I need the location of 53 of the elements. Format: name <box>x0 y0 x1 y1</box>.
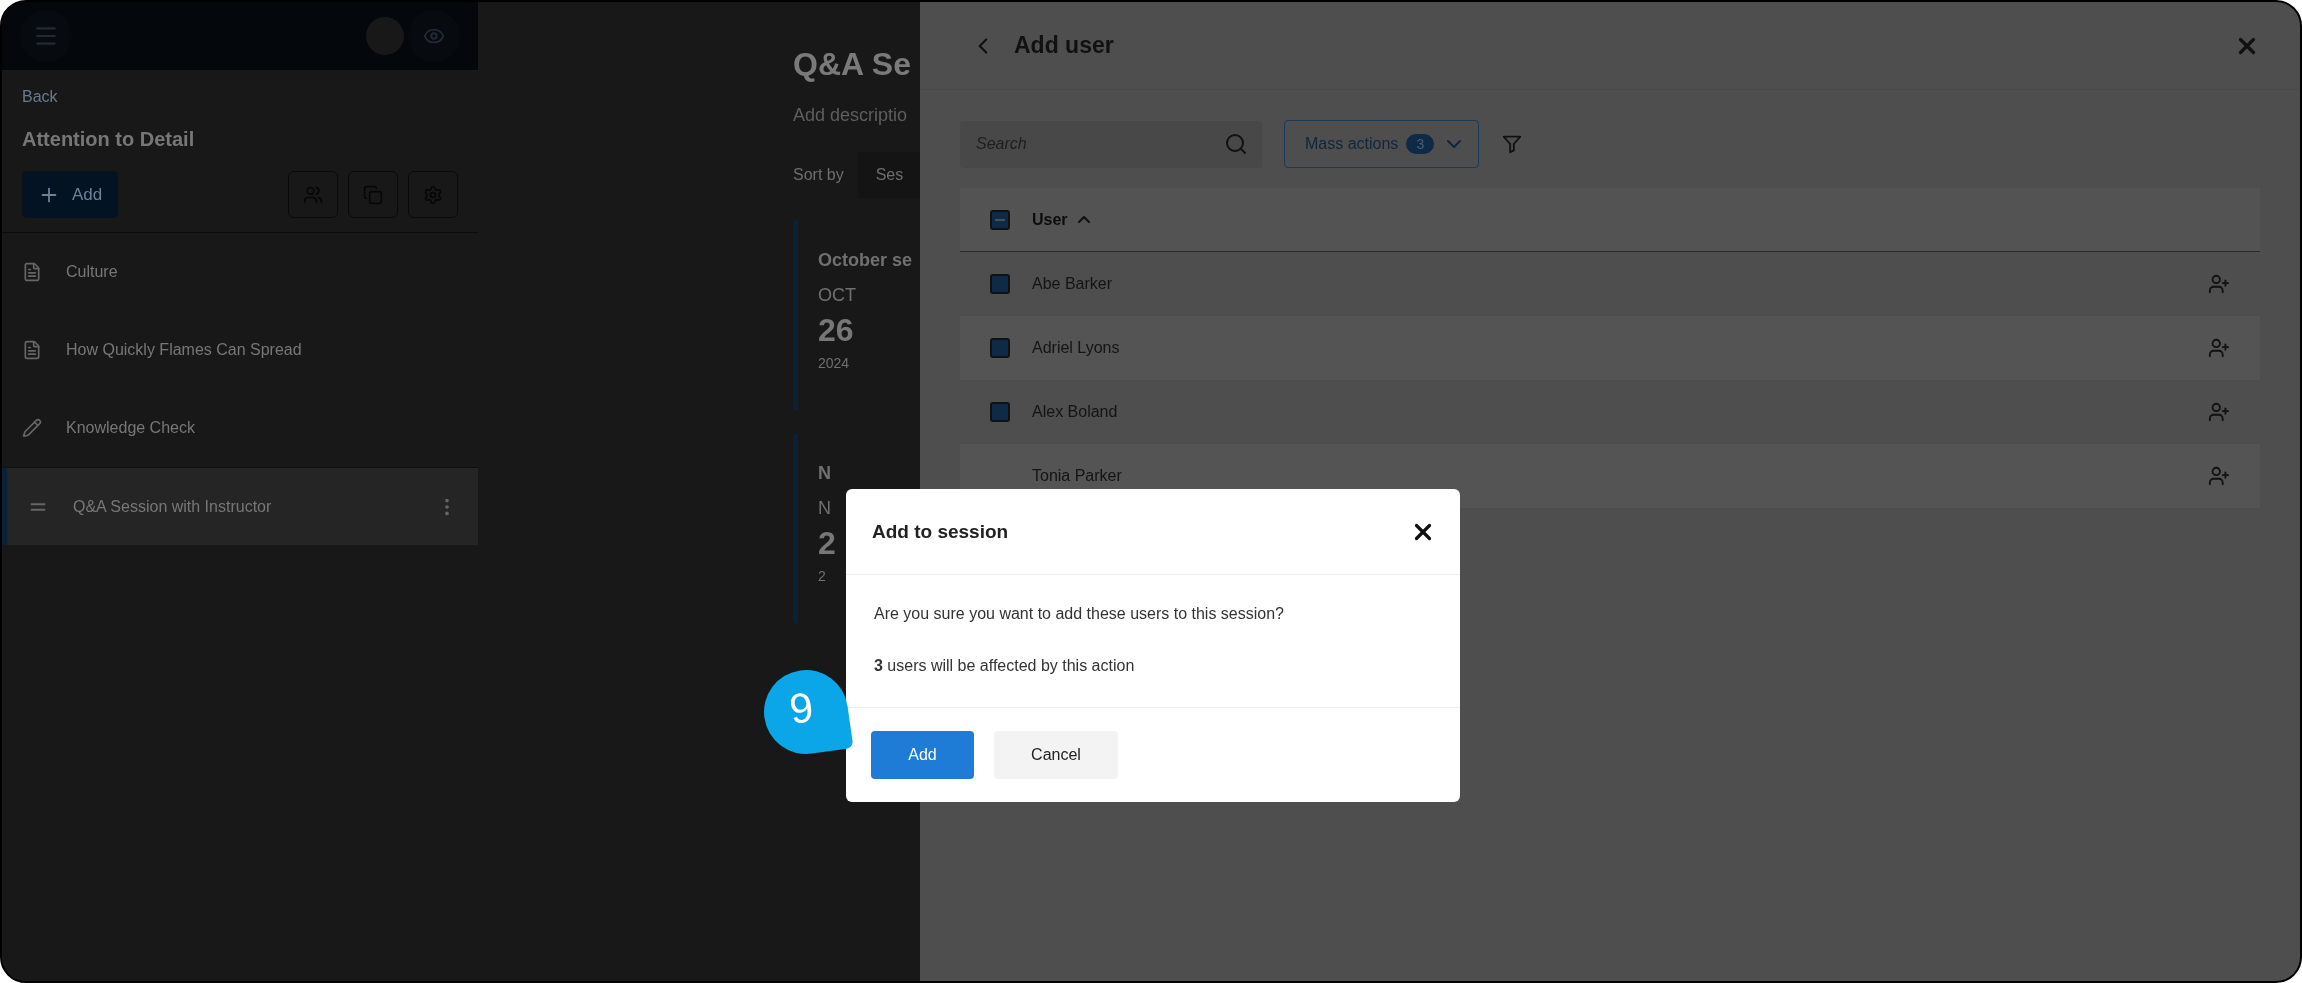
dialog-title: Add to session <box>872 520 1009 543</box>
user-name: Alex Boland <box>1032 403 1119 421</box>
dialog-note: 3 users will be affected by this action <box>874 657 1136 675</box>
sort-select[interactable]: Ses <box>857 152 920 198</box>
user-name: Tonia Parker <box>1032 467 1123 485</box>
add-user-button[interactable] <box>2208 273 2230 295</box>
panel-title: Add user <box>1014 32 1115 59</box>
session-month: N <box>818 498 831 519</box>
lesson-item[interactable]: How Quickly Flames Can Spread <box>2 311 478 389</box>
document-icon <box>22 262 42 282</box>
course-title: Attention to Detail <box>22 128 196 151</box>
user-column-header[interactable]: User <box>1032 210 1090 229</box>
user-plus-icon <box>2208 337 2230 359</box>
lesson-item[interactable]: Culture <box>2 233 478 311</box>
add-user-button[interactable] <box>2208 401 2230 423</box>
add-button[interactable]: Add <box>871 731 974 779</box>
document-icon <box>22 340 42 360</box>
add-user-button[interactable] <box>2208 337 2230 359</box>
session-year: 2024 <box>818 355 850 371</box>
session-day: 2 <box>818 525 836 562</box>
add-button[interactable]: Add <box>22 171 119 218</box>
user-plus-icon <box>2208 465 2230 487</box>
table-row[interactable]: Alex Boland <box>960 380 2260 444</box>
lesson-item[interactable]: Knowledge Check <box>2 389 478 467</box>
user-name: Abe Barker <box>1032 275 1114 293</box>
description-placeholder[interactable]: Add descriptio <box>793 105 920 126</box>
session-title: October se <box>818 250 914 271</box>
user-name: Adriel Lyons <box>1032 339 1121 357</box>
session-month: OCT <box>818 285 856 306</box>
select-all-checkbox[interactable] <box>990 209 1010 230</box>
session-year: 2 <box>818 568 826 584</box>
sort-label: Sort by <box>793 166 844 184</box>
count-badge: 3 <box>1406 134 1435 154</box>
session-day: 26 <box>818 312 854 349</box>
user-plus-icon <box>2208 273 2230 295</box>
filter-icon[interactable] <box>1501 133 1524 155</box>
dialog-message: Are you sure you want to add these users to this session? <box>874 605 1285 623</box>
row-checkbox[interactable] <box>990 338 1010 358</box>
mass-actions-button[interactable]: Mass actions 3 <box>1284 120 1480 168</box>
table-row[interactable]: Abe Barker <box>960 252 2260 316</box>
cancel-button[interactable]: Cancel <box>994 731 1118 779</box>
pencil-icon <box>22 418 42 438</box>
row-checkbox[interactable] <box>990 274 1010 294</box>
user-plus-icon <box>2208 401 2230 423</box>
session-title: N <box>818 463 832 484</box>
table-row[interactable]: Adriel Lyons <box>960 316 2260 380</box>
back-link[interactable]: Back <box>22 88 58 106</box>
page-title: Q&A Se <box>793 46 912 83</box>
sort-ascending-icon <box>1077 216 1090 223</box>
add-user-button[interactable] <box>2208 465 2230 487</box>
search-icon[interactable] <box>1224 131 1248 156</box>
lesson-item[interactable]: Q&A Session with Instructor <box>2 467 478 545</box>
row-checkbox[interactable] <box>990 402 1010 422</box>
